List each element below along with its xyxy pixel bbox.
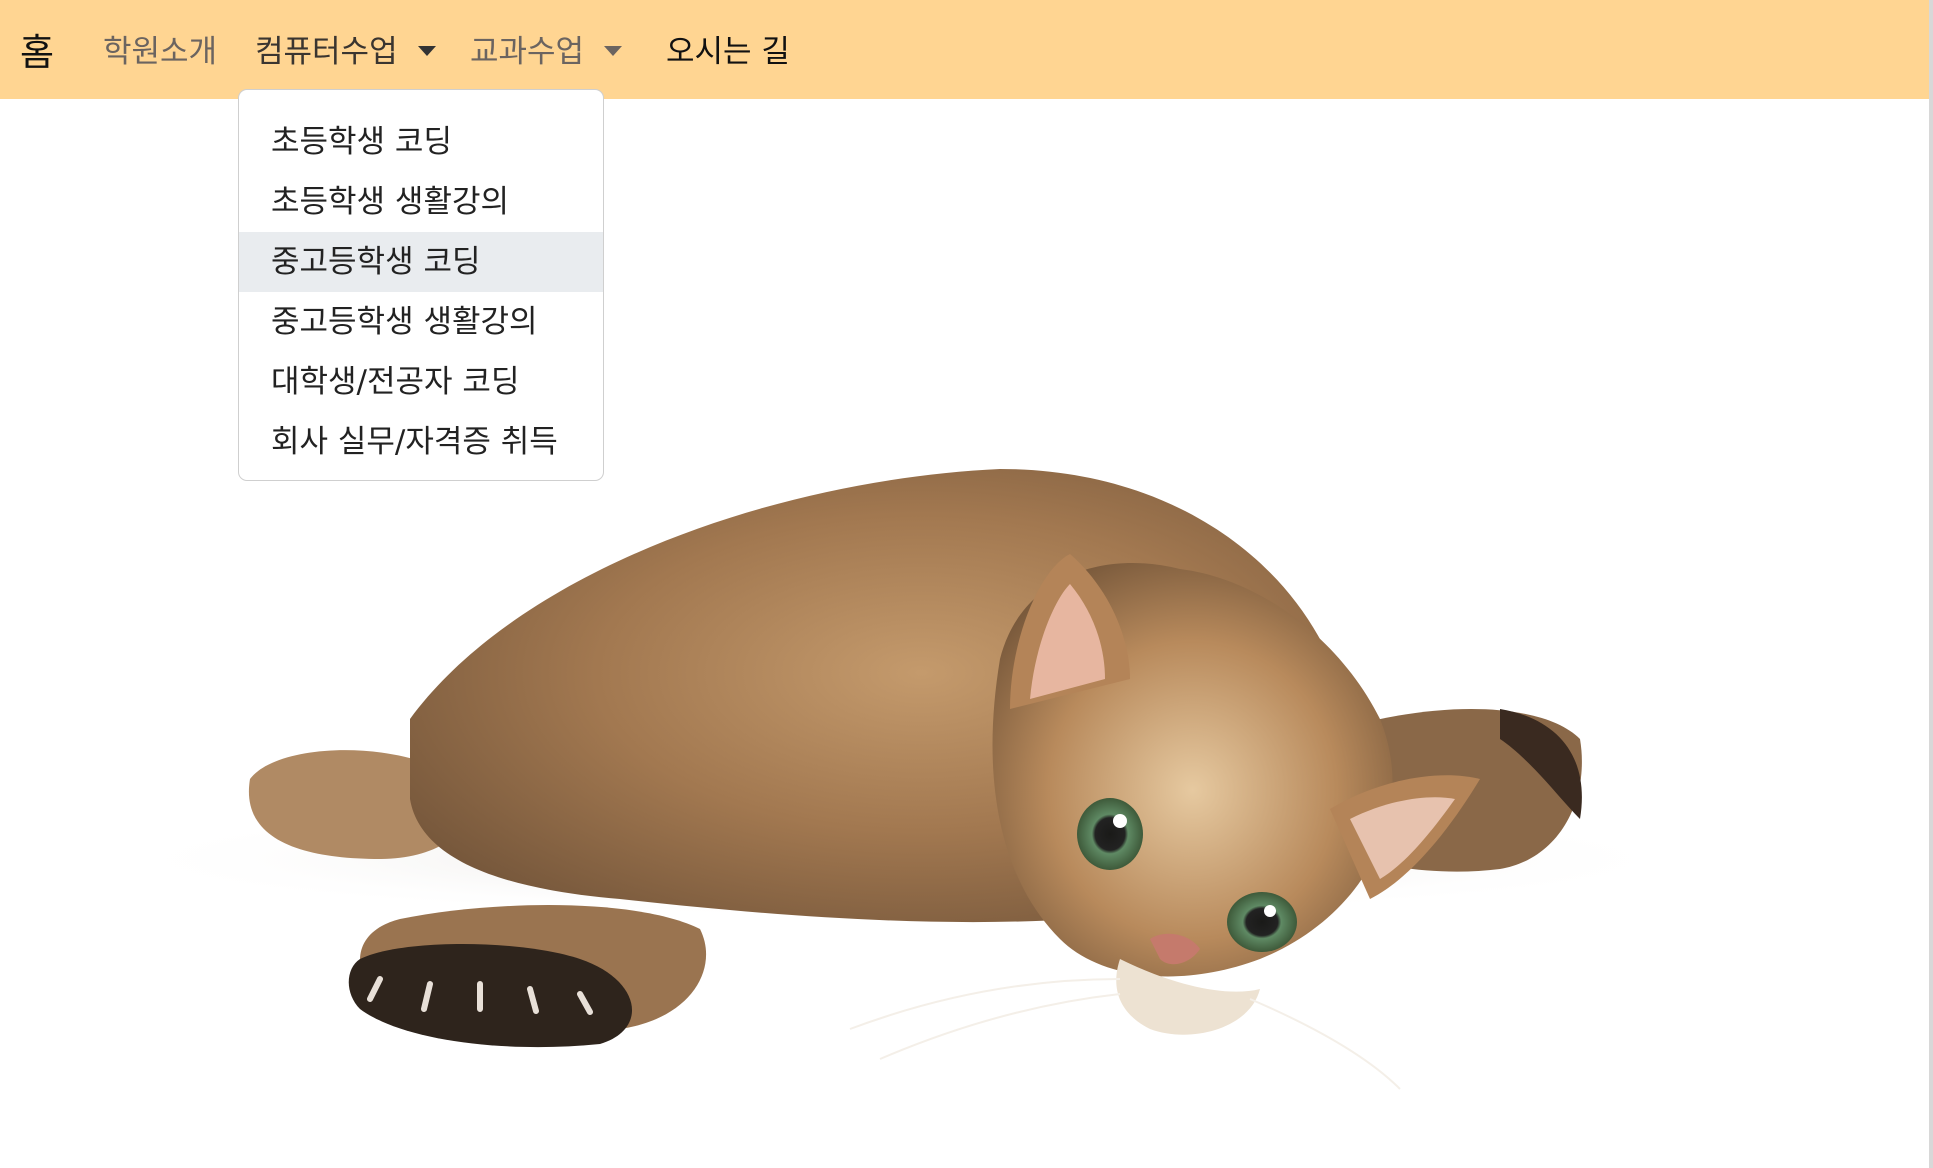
page: 홈 학원소개 컴퓨터수업 교과수업 오시는 길 초등학생 코딩 초등학생 생활강… (0, 0, 1933, 1168)
nav-item-about-label: 학원소개 (103, 34, 218, 70)
nav-item-subject-class-label: 교과수업 (470, 34, 585, 70)
brand-home-link[interactable]: 홈 (20, 22, 54, 76)
navbar: 홈 학원소개 컴퓨터수업 교과수업 오시는 길 (0, 0, 1933, 99)
dropdown-item-university-coding[interactable]: 대학생/전공자 코딩 (239, 352, 603, 412)
dropdown-item-secondary-life-lecture[interactable]: 중고등학생 생활강의 (239, 292, 603, 352)
nav-item-about[interactable]: 학원소개 (103, 26, 217, 71)
nav-item-computer-class-label: 컴퓨터수업 (255, 34, 398, 70)
nav-item-directions[interactable]: 오시는 길 (666, 26, 790, 71)
dropdown-item-secondary-coding[interactable]: 중고등학생 코딩 (239, 232, 603, 292)
dropdown-item-elementary-life-lecture[interactable]: 초등학생 생활강의 (239, 172, 603, 232)
scrollbar-edge (1929, 0, 1933, 1168)
chevron-down-icon (417, 45, 436, 56)
nav-item-directions-label: 오시는 길 (666, 34, 790, 70)
dropdown-item-company-certification[interactable]: 회사 실무/자격증 취득 (239, 412, 603, 472)
nav-item-subject-class[interactable]: 교과수업 (470, 26, 623, 71)
chevron-down-icon (604, 45, 623, 56)
dropdown-menu-computer-class: 초등학생 코딩 초등학생 생활강의 중고등학생 코딩 중고등학생 생활강의 대학… (238, 89, 604, 481)
nav-item-computer-class[interactable]: 컴퓨터수업 (255, 26, 436, 71)
dropdown-item-elementary-coding[interactable]: 초등학생 코딩 (239, 112, 603, 172)
